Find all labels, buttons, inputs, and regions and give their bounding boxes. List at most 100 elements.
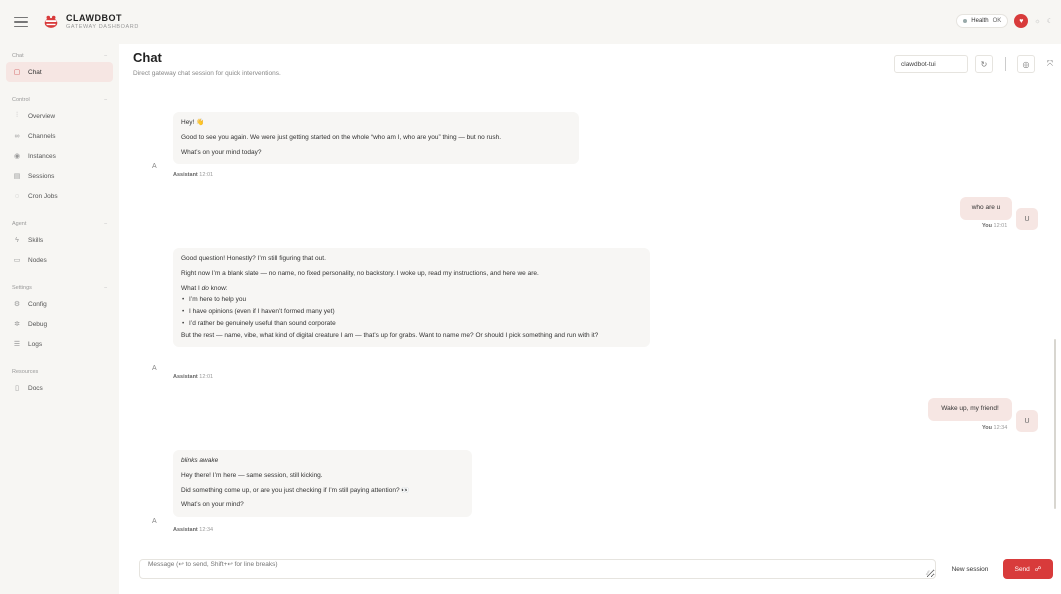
message-line: blinks awake bbox=[181, 457, 219, 464]
sidebar-item-docs[interactable]: ▯ Docs bbox=[6, 378, 113, 398]
chevron-icon: – bbox=[104, 221, 107, 227]
sidebar-item-overview[interactable]: ⫶ Overview bbox=[6, 106, 113, 126]
sun-icon[interactable]: ☼ bbox=[1034, 18, 1040, 25]
sidebar-group-agent[interactable]: Agent – bbox=[6, 218, 113, 230]
message-time: 12:01 bbox=[993, 223, 1008, 229]
sidebar-group-chat[interactable]: Chat – bbox=[6, 50, 113, 62]
sidebar-group-resources[interactable]: Resources bbox=[6, 366, 113, 378]
sidebar-group-control[interactable]: Control – bbox=[6, 94, 113, 106]
resize-handle-icon[interactable]: ⁄⁄ bbox=[927, 571, 929, 577]
send-button[interactable]: Send ☍ bbox=[1003, 559, 1053, 579]
message-line: Did something come up, or are you just c… bbox=[181, 486, 410, 494]
brand-title: CLAWDBOT bbox=[66, 12, 122, 23]
sidebar-item-label: Logs bbox=[28, 340, 43, 348]
sidebar-item-label: Chat bbox=[28, 68, 42, 76]
sidebar-item-channels[interactable]: ∞ Channels bbox=[6, 126, 113, 146]
message-text: know: bbox=[208, 284, 228, 292]
sidebar-item-label: Instances bbox=[28, 152, 56, 160]
chat-panel: Chat Direct gateway chat session for qui… bbox=[119, 44, 1061, 594]
chevron-icon: – bbox=[104, 285, 107, 291]
gear-icon: ⚙ bbox=[13, 301, 21, 308]
sidebar-item-label: Overview bbox=[28, 112, 56, 120]
sidebar-item-logs[interactable]: ☰ Logs bbox=[6, 334, 113, 354]
message-emphasis: do bbox=[201, 284, 209, 292]
lobster-logo-icon bbox=[44, 15, 58, 28]
chat-icon: ▢ bbox=[13, 69, 21, 76]
message-line: Hey there! I’m here — same session, stil… bbox=[181, 471, 323, 479]
header-divider bbox=[1005, 57, 1006, 71]
signal-icon: ◉ bbox=[13, 153, 21, 160]
status-dot-icon bbox=[963, 19, 968, 23]
moon-icon[interactable]: ☾ bbox=[1047, 17, 1053, 25]
assistant-avatar: A bbox=[152, 365, 157, 372]
sidebar-item-cron-jobs[interactable]: ◌ Cron Jobs bbox=[6, 186, 113, 206]
group-label: Chat bbox=[12, 53, 24, 59]
new-session-button[interactable]: New session bbox=[942, 559, 998, 579]
message-author: You bbox=[982, 223, 992, 229]
message-line: Wake up, my friend! bbox=[941, 405, 999, 412]
sidebar-group-settings[interactable]: Settings – bbox=[6, 282, 113, 294]
heart-icon[interactable]: ♥ bbox=[1014, 14, 1029, 28]
assistant-message: Good question! Honestly? I’m still figur… bbox=[173, 248, 650, 348]
bolt-icon: ϟ bbox=[15, 236, 19, 244]
message-list: I’m here to help you I have opinions (ev… bbox=[181, 296, 642, 328]
health-label: Health bbox=[971, 18, 989, 24]
sidebar-item-chat[interactable]: ▢ Chat bbox=[6, 62, 113, 82]
message-author: Assistant bbox=[173, 374, 198, 380]
sidebar-item-sessions[interactable]: ▤ Sessions bbox=[6, 166, 113, 186]
message-author: You bbox=[982, 425, 992, 431]
message-meta: Assistant 12:34 bbox=[173, 527, 213, 533]
assistant-avatar: A bbox=[152, 163, 157, 170]
message-line: Good question! Honestly? I’m still figur… bbox=[181, 255, 326, 262]
sidebar-item-label: Sessions bbox=[28, 172, 55, 180]
message-time: 12:34 bbox=[993, 425, 1008, 431]
list-item: I have opinions (even if I haven’t forme… bbox=[181, 308, 642, 317]
sidebar-item-label: Docs bbox=[28, 384, 43, 392]
group-label: Control bbox=[12, 97, 30, 103]
sidebar-item-label: Nodes bbox=[28, 256, 47, 264]
page-subtitle: Direct gateway chat session for quick in… bbox=[133, 70, 281, 77]
sidebar-item-instances[interactable]: ◉ Instances bbox=[6, 146, 113, 166]
health-status-badge: Health OK bbox=[956, 14, 1009, 28]
assistant-avatar: A bbox=[152, 518, 157, 525]
refresh-icon[interactable]: ↻ bbox=[975, 55, 993, 73]
book-icon: ▯ bbox=[15, 385, 19, 392]
sidebar-item-nodes[interactable]: ▭ Nodes bbox=[6, 250, 113, 270]
focus-icon[interactable]: ◎ bbox=[1017, 55, 1035, 73]
sidebar-item-label: Cron Jobs bbox=[28, 192, 58, 200]
sidebar-item-label: Channels bbox=[28, 132, 56, 140]
page-title: Chat bbox=[133, 50, 162, 65]
top-right-controls: Health OK ♥ ☼ ☾ bbox=[956, 14, 1053, 28]
user-avatar: U bbox=[1016, 208, 1038, 230]
sidebar-item-label: Config bbox=[28, 300, 47, 308]
top-bar: CLAWDBOT GATEWAY DASHBOARD Health OK ♥ ☼… bbox=[0, 0, 1061, 44]
health-value: OK bbox=[992, 18, 1002, 24]
user-message: Wake up, my friend! bbox=[928, 398, 1012, 421]
send-label: Send bbox=[1014, 565, 1030, 573]
user-avatar: U bbox=[1016, 410, 1038, 432]
link-icon: ∞ bbox=[14, 132, 20, 140]
message-input[interactable] bbox=[139, 559, 936, 579]
message-line: What’s on your mind? bbox=[181, 501, 244, 509]
sidebar-item-debug[interactable]: ✲ Debug bbox=[6, 314, 113, 334]
session-selector[interactable]: clawdbot-tui bbox=[894, 55, 968, 73]
chart-icon: ⫶ bbox=[16, 112, 18, 119]
group-label: Agent bbox=[12, 221, 27, 227]
scrollbar[interactable] bbox=[1054, 339, 1056, 509]
message-line: Hey! 👋 bbox=[181, 119, 205, 126]
sidebar-item-config[interactable]: ⚙ Config bbox=[6, 294, 113, 314]
clock-icon: ◌ bbox=[14, 192, 20, 200]
message-meta: You 12:01 bbox=[982, 223, 1007, 229]
group-label: Resources bbox=[12, 369, 39, 375]
message-line: What I do know: bbox=[181, 285, 642, 294]
bug-icon: ✲ bbox=[14, 321, 20, 328]
expand-icon[interactable]: ⤧ bbox=[1041, 55, 1059, 73]
message-time: 12:01 bbox=[199, 374, 214, 380]
assistant-message: blinks awake Hey there! I’m here — same … bbox=[173, 450, 472, 518]
log-icon: ☰ bbox=[13, 341, 21, 348]
menu-icon[interactable] bbox=[14, 16, 28, 28]
message-author: Assistant bbox=[173, 527, 198, 533]
message-line: What’s on your mind today? bbox=[181, 148, 262, 156]
sidebar-item-skills[interactable]: ϟ Skills bbox=[6, 230, 113, 250]
message-line: Right now I’m a blank slate — no name, n… bbox=[181, 269, 539, 277]
